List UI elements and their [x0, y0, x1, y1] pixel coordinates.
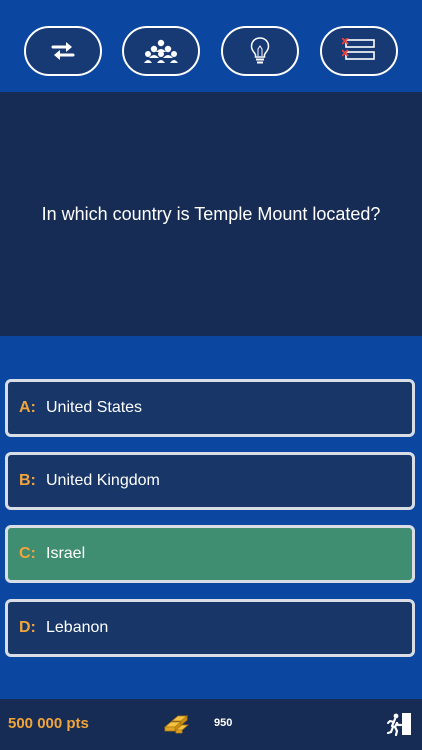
coins-count: 950: [214, 717, 233, 729]
lifeline-bar: [0, 0, 422, 92]
swap-arrows-icon: [51, 42, 75, 60]
hint-button[interactable]: [221, 26, 299, 76]
points-display: 500 000 pts: [8, 715, 89, 732]
gold-bars-icon: [163, 715, 189, 734]
question-panel: In which country is Temple Mount located…: [0, 92, 422, 336]
answer-text: Israel: [46, 545, 86, 562]
lightbulb-icon: [250, 37, 270, 64]
answer-letter: C:: [19, 545, 36, 562]
answer-letter: B:: [19, 472, 36, 489]
status-bar: 500 000 pts 950: [0, 699, 422, 750]
exit-door-icon[interactable]: [386, 712, 412, 736]
answer-text: United Kingdom: [46, 472, 160, 489]
answer-c-button[interactable]: C: Israel: [5, 525, 415, 583]
fifty-fifty-list-icon: [342, 38, 375, 60]
answer-a-button[interactable]: A: United States: [5, 379, 415, 437]
swap-question-button[interactable]: [24, 26, 102, 76]
answer-letter: D:: [19, 619, 36, 636]
answer-d-button[interactable]: D: Lebanon: [5, 599, 415, 657]
answer-letter: A:: [19, 399, 36, 416]
answer-b-button[interactable]: B: United Kingdom: [5, 452, 415, 510]
answer-text: United States: [46, 399, 143, 416]
fifty-fifty-button[interactable]: [320, 26, 398, 76]
answer-text: Lebanon: [46, 619, 109, 636]
ask-audience-button[interactable]: [122, 26, 200, 76]
audience-icon: [144, 39, 178, 63]
question-text: In which country is Temple Mount located…: [41, 204, 381, 224]
